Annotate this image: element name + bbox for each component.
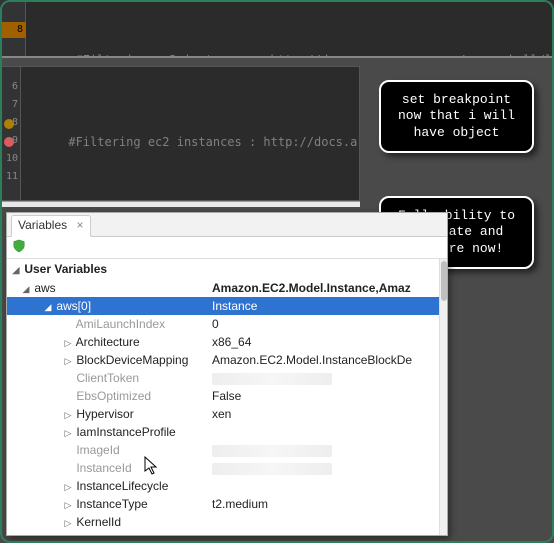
tree-row[interactable]: ImageId xyxy=(7,441,439,459)
tree-row[interactable]: ▷ BlockDeviceMapping Amazon.EC2.Model.Ins… xyxy=(7,351,439,369)
tree-row[interactable]: ▷ InstanceType t2.medium xyxy=(7,495,439,513)
variables-tabbar: Variables × xyxy=(7,213,447,237)
gutter-line[interactable]: 8 xyxy=(1,115,21,131)
editor-top-gutter: 8 xyxy=(0,0,26,56)
expand-icon[interactable] xyxy=(63,388,73,405)
tree-prop-name: ClientToken xyxy=(76,371,139,385)
scrollbar-thumb[interactable] xyxy=(441,261,447,301)
tree-row[interactable]: InstanceId xyxy=(7,459,439,477)
tree-prop-name: BlockDeviceMapping xyxy=(76,353,188,367)
tree-prop-name: InstanceType xyxy=(76,497,147,511)
tree-row[interactable]: ▷ IamInstanceProfile xyxy=(7,423,439,441)
variables-tree[interactable]: ◢ User Variables ◢ aws Amazon.EC2.Model.… xyxy=(7,259,439,535)
tree-prop-name: KernelId xyxy=(76,515,121,529)
tree-prop-name: Architecture xyxy=(76,335,140,349)
tree-value: t2.medium xyxy=(212,495,439,513)
tree-prop-name: InstanceId xyxy=(76,461,131,475)
tree-row[interactable]: ▷ KernelId xyxy=(7,513,439,531)
gutter-line: 6 xyxy=(1,79,21,95)
editor-debug-gutter: 6 7 8 9 10 11 xyxy=(1,67,21,200)
expand-icon[interactable] xyxy=(63,370,73,387)
editor-top: 8 #Filtering ec2 instances : http://docs… xyxy=(0,0,554,58)
variables-section-header[interactable]: ◢ User Variables xyxy=(7,259,439,279)
tree-prop-name: Hypervisor xyxy=(76,407,133,421)
expand-icon[interactable] xyxy=(63,442,73,459)
tree-value: x86_64 xyxy=(212,333,439,351)
tree-row[interactable]: ClientToken xyxy=(7,369,439,387)
code-comment: #Filtering ec2 instances : http://docs.a xyxy=(68,135,357,149)
variables-panel: Variables × ◢ User Variables ◢ aws Amazo… xyxy=(6,212,448,536)
tree-prop-name: ImageId xyxy=(76,443,119,457)
tree-prop-name: IamInstanceProfile xyxy=(76,425,175,439)
expand-icon[interactable]: ▷ xyxy=(63,406,73,423)
tree-row[interactable]: AmiLaunchIndex 0 xyxy=(7,315,439,333)
tree-value xyxy=(212,369,439,387)
editor-debug-statusbar xyxy=(0,201,360,207)
tree-value: Amazon.EC2.Model.Instance,Amaz xyxy=(212,279,439,297)
editor-top-code[interactable]: #Filtering ec2 instances : http://docs.a… xyxy=(26,0,554,56)
expand-icon[interactable]: ▷ xyxy=(63,352,73,369)
variables-toolbar xyxy=(7,237,447,259)
tree-prop-name: EbsOptimized xyxy=(76,389,151,403)
close-icon[interactable]: × xyxy=(76,218,83,232)
editor-debug-code[interactable]: #Filtering ec2 instances : http://docs.a… xyxy=(21,67,359,200)
expand-icon[interactable]: ▷ xyxy=(63,496,73,513)
redacted-value xyxy=(212,445,332,457)
gutter-line-marker[interactable]: 8 xyxy=(0,22,26,38)
tree-row-root[interactable]: ◢ aws Amazon.EC2.Model.Instance,Amaz xyxy=(7,279,439,297)
editor-debug: 6 7 8 9 10 11 #Filtering ec2 instances :… xyxy=(0,66,360,201)
gutter-line xyxy=(0,4,26,20)
expand-icon[interactable]: ◢ xyxy=(43,298,53,315)
tree-row[interactable]: ▷ Hypervisor xen xyxy=(7,405,439,423)
tab-label: Variables xyxy=(18,218,67,232)
redacted-value xyxy=(212,373,332,385)
gutter-breakpoint[interactable]: 9 xyxy=(1,133,21,149)
expand-icon[interactable]: ◢ xyxy=(21,280,31,297)
gutter-line: 10 xyxy=(1,151,21,167)
tree-value xyxy=(212,441,439,459)
expand-icon[interactable] xyxy=(63,460,73,477)
tree-row[interactable]: ▷ Architecture x86_64 xyxy=(7,333,439,351)
expand-icon[interactable]: ▷ xyxy=(63,424,73,441)
tree-value xyxy=(212,477,439,495)
expand-icon[interactable]: ▷ xyxy=(63,334,73,351)
expand-icon[interactable]: ◢ xyxy=(11,260,21,280)
tree-value: False xyxy=(212,387,439,405)
tree-value: 0 xyxy=(212,315,439,333)
redacted-value xyxy=(212,463,332,475)
tree-prop-name: InstanceLifecycle xyxy=(76,479,168,493)
gutter-line: 7 xyxy=(1,97,21,113)
expand-icon[interactable]: ▷ xyxy=(63,478,73,495)
tree-row[interactable]: ▷ InstanceLifecycle xyxy=(7,477,439,495)
annotation-bubble-1: set breakpoint now that i will have obje… xyxy=(379,80,534,153)
tree-value: xen xyxy=(212,405,439,423)
tree-value: Instance xyxy=(212,297,439,315)
tree-value: Amazon.EC2.Model.InstanceBlockDe xyxy=(212,351,439,369)
expand-icon[interactable] xyxy=(63,316,73,333)
variables-tab[interactable]: Variables × xyxy=(11,215,91,237)
gutter-line: 11 xyxy=(1,169,21,185)
expand-icon[interactable]: ▷ xyxy=(63,514,73,531)
variables-scrollbar[interactable] xyxy=(439,259,447,535)
tree-row[interactable]: EbsOptimized False xyxy=(7,387,439,405)
tree-value xyxy=(212,423,439,441)
tree-value xyxy=(212,513,439,531)
tree-row-selected[interactable]: ◢ aws[0] Instance xyxy=(7,297,439,315)
code-comment: #Filtering ec2 instances : http://docs.a… xyxy=(75,53,554,58)
tree-value xyxy=(212,459,439,477)
shield-icon[interactable] xyxy=(12,239,26,253)
tree-prop-name: AmiLaunchIndex xyxy=(76,317,165,331)
